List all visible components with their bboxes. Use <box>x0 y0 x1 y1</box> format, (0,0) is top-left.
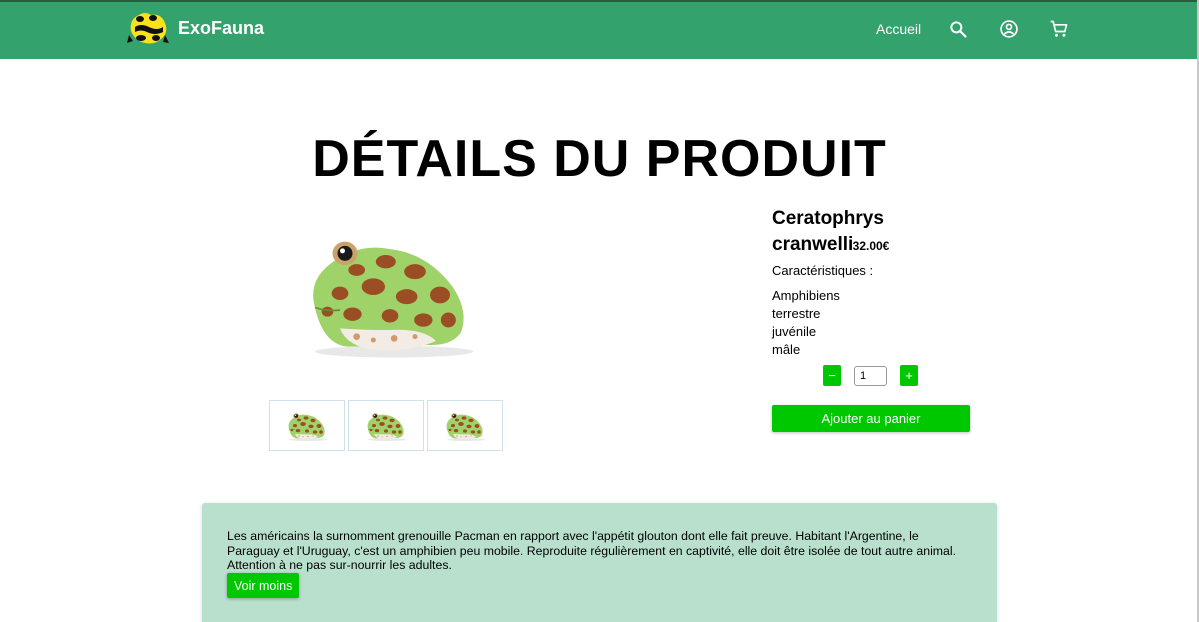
product-info: Ceratophrys cranwelli 32.00€ Caractérist… <box>772 206 970 432</box>
poison-dart-frog-logo-icon <box>127 13 169 44</box>
product-thumbnail-2[interactable] <box>348 400 424 451</box>
frog-thumbnail-icon <box>283 408 331 444</box>
show-less-button[interactable]: Voir moins <box>227 573 300 598</box>
quantity-decrease-button[interactable]: − <box>823 365 841 386</box>
frog-image-icon <box>312 240 475 359</box>
search-icon[interactable] <box>948 19 968 39</box>
cart-icon[interactable] <box>1049 19 1069 39</box>
product-main-image <box>232 208 538 388</box>
product-price: 32.00€ <box>852 239 890 253</box>
quantity-increase-button[interactable]: + <box>900 365 918 386</box>
add-to-cart-button[interactable]: Ajouter au panier <box>772 405 970 432</box>
characteristic-item: juvénile <box>772 324 817 339</box>
description-panel: Les américains la surnomment grenouille … <box>202 503 997 622</box>
frog-thumbnail-icon <box>362 408 410 444</box>
frog-thumbnail-icon <box>441 408 489 444</box>
product-thumbnail-3[interactable] <box>427 400 503 451</box>
product-thumbnail-1[interactable] <box>269 400 345 451</box>
characteristics-list: Amphibiens terrestre juvénile mâle <box>772 287 840 359</box>
quantity-input[interactable] <box>854 366 887 386</box>
nav-home-link[interactable]: Accueil <box>876 21 921 37</box>
account-icon[interactable] <box>999 19 1019 39</box>
characteristic-item: terrestre <box>772 306 821 321</box>
description-text: Les américains la surnomment grenouille … <box>227 529 957 572</box>
characteristics-label: Caractéristiques : <box>772 263 874 278</box>
characteristic-item: mâle <box>772 342 801 357</box>
brand-name: ExoFauna <box>178 17 265 38</box>
characteristic-item: Amphibiens <box>772 288 840 303</box>
page-title: DÉTAILS DU PRODUIT <box>312 130 887 188</box>
brand-link[interactable]: ExoFauna <box>127 8 264 48</box>
